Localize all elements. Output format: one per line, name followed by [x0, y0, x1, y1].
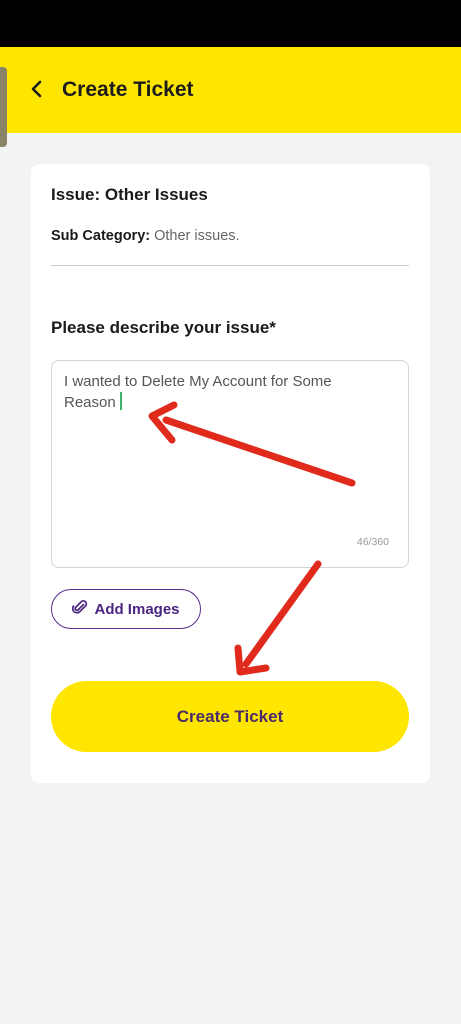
create-ticket-label: Create Ticket [176, 706, 284, 726]
character-counter: 46/360 [356, 536, 389, 548]
issue-title: Issue: Other Issues [51, 185, 208, 204]
sub-category-value: Other issues. [154, 228, 240, 244]
edge-handle [0, 67, 7, 147]
paperclip-icon [72, 599, 88, 619]
sub-category-label: Sub Category: [51, 228, 151, 244]
ticket-card: Issue: Other Issues Sub Category: Other … [31, 164, 430, 783]
description-text: I wanted to Delete My Account for Some R… [64, 373, 332, 411]
description-text-container: I wanted to Delete My Account for Some R… [64, 372, 384, 413]
back-button[interactable] [22, 76, 52, 106]
text-caret [119, 392, 122, 410]
description-label: Please describe your issue* [51, 318, 276, 337]
add-images-button[interactable]: Add Images [51, 589, 201, 629]
description-textarea[interactable]: I wanted to Delete My Account for Some R… [51, 360, 409, 568]
sub-category: Sub Category: Other issues. [51, 228, 240, 244]
status-bar [0, 0, 461, 47]
divider [51, 265, 409, 266]
add-images-label: Add Images [94, 600, 180, 618]
create-ticket-button[interactable]: Create Ticket [51, 681, 409, 752]
page-title: Create Ticket [62, 78, 194, 101]
chevron-left-icon [29, 79, 45, 104]
